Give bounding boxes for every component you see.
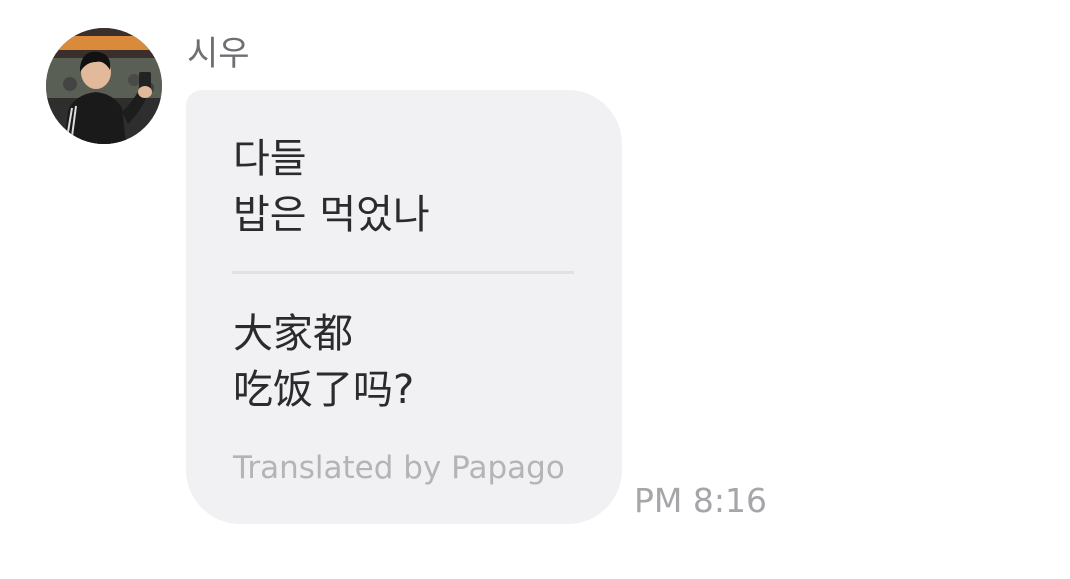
- translated-line: 大家都: [233, 311, 353, 357]
- translated-message-text: 大家都 吃饭了吗?: [233, 306, 603, 418]
- translated-line: 吃饭了吗?: [233, 367, 415, 413]
- translation-credit: Translated by Papago: [233, 450, 565, 486]
- original-line: 밥은 먹었나: [233, 192, 430, 238]
- sender-name: 시우: [187, 34, 250, 74]
- original-line: 다들: [233, 136, 307, 182]
- message-bubble[interactable]: 다들 밥은 먹었나 大家都 吃饭了吗? Translated by Papago: [186, 90, 622, 524]
- sender-avatar[interactable]: [46, 28, 162, 144]
- profile-photo-icon: [46, 28, 162, 144]
- original-message-text: 다들 밥은 먹었나: [233, 131, 603, 243]
- message-timestamp: PM 8:16: [634, 481, 767, 520]
- translation-divider: [232, 271, 574, 274]
